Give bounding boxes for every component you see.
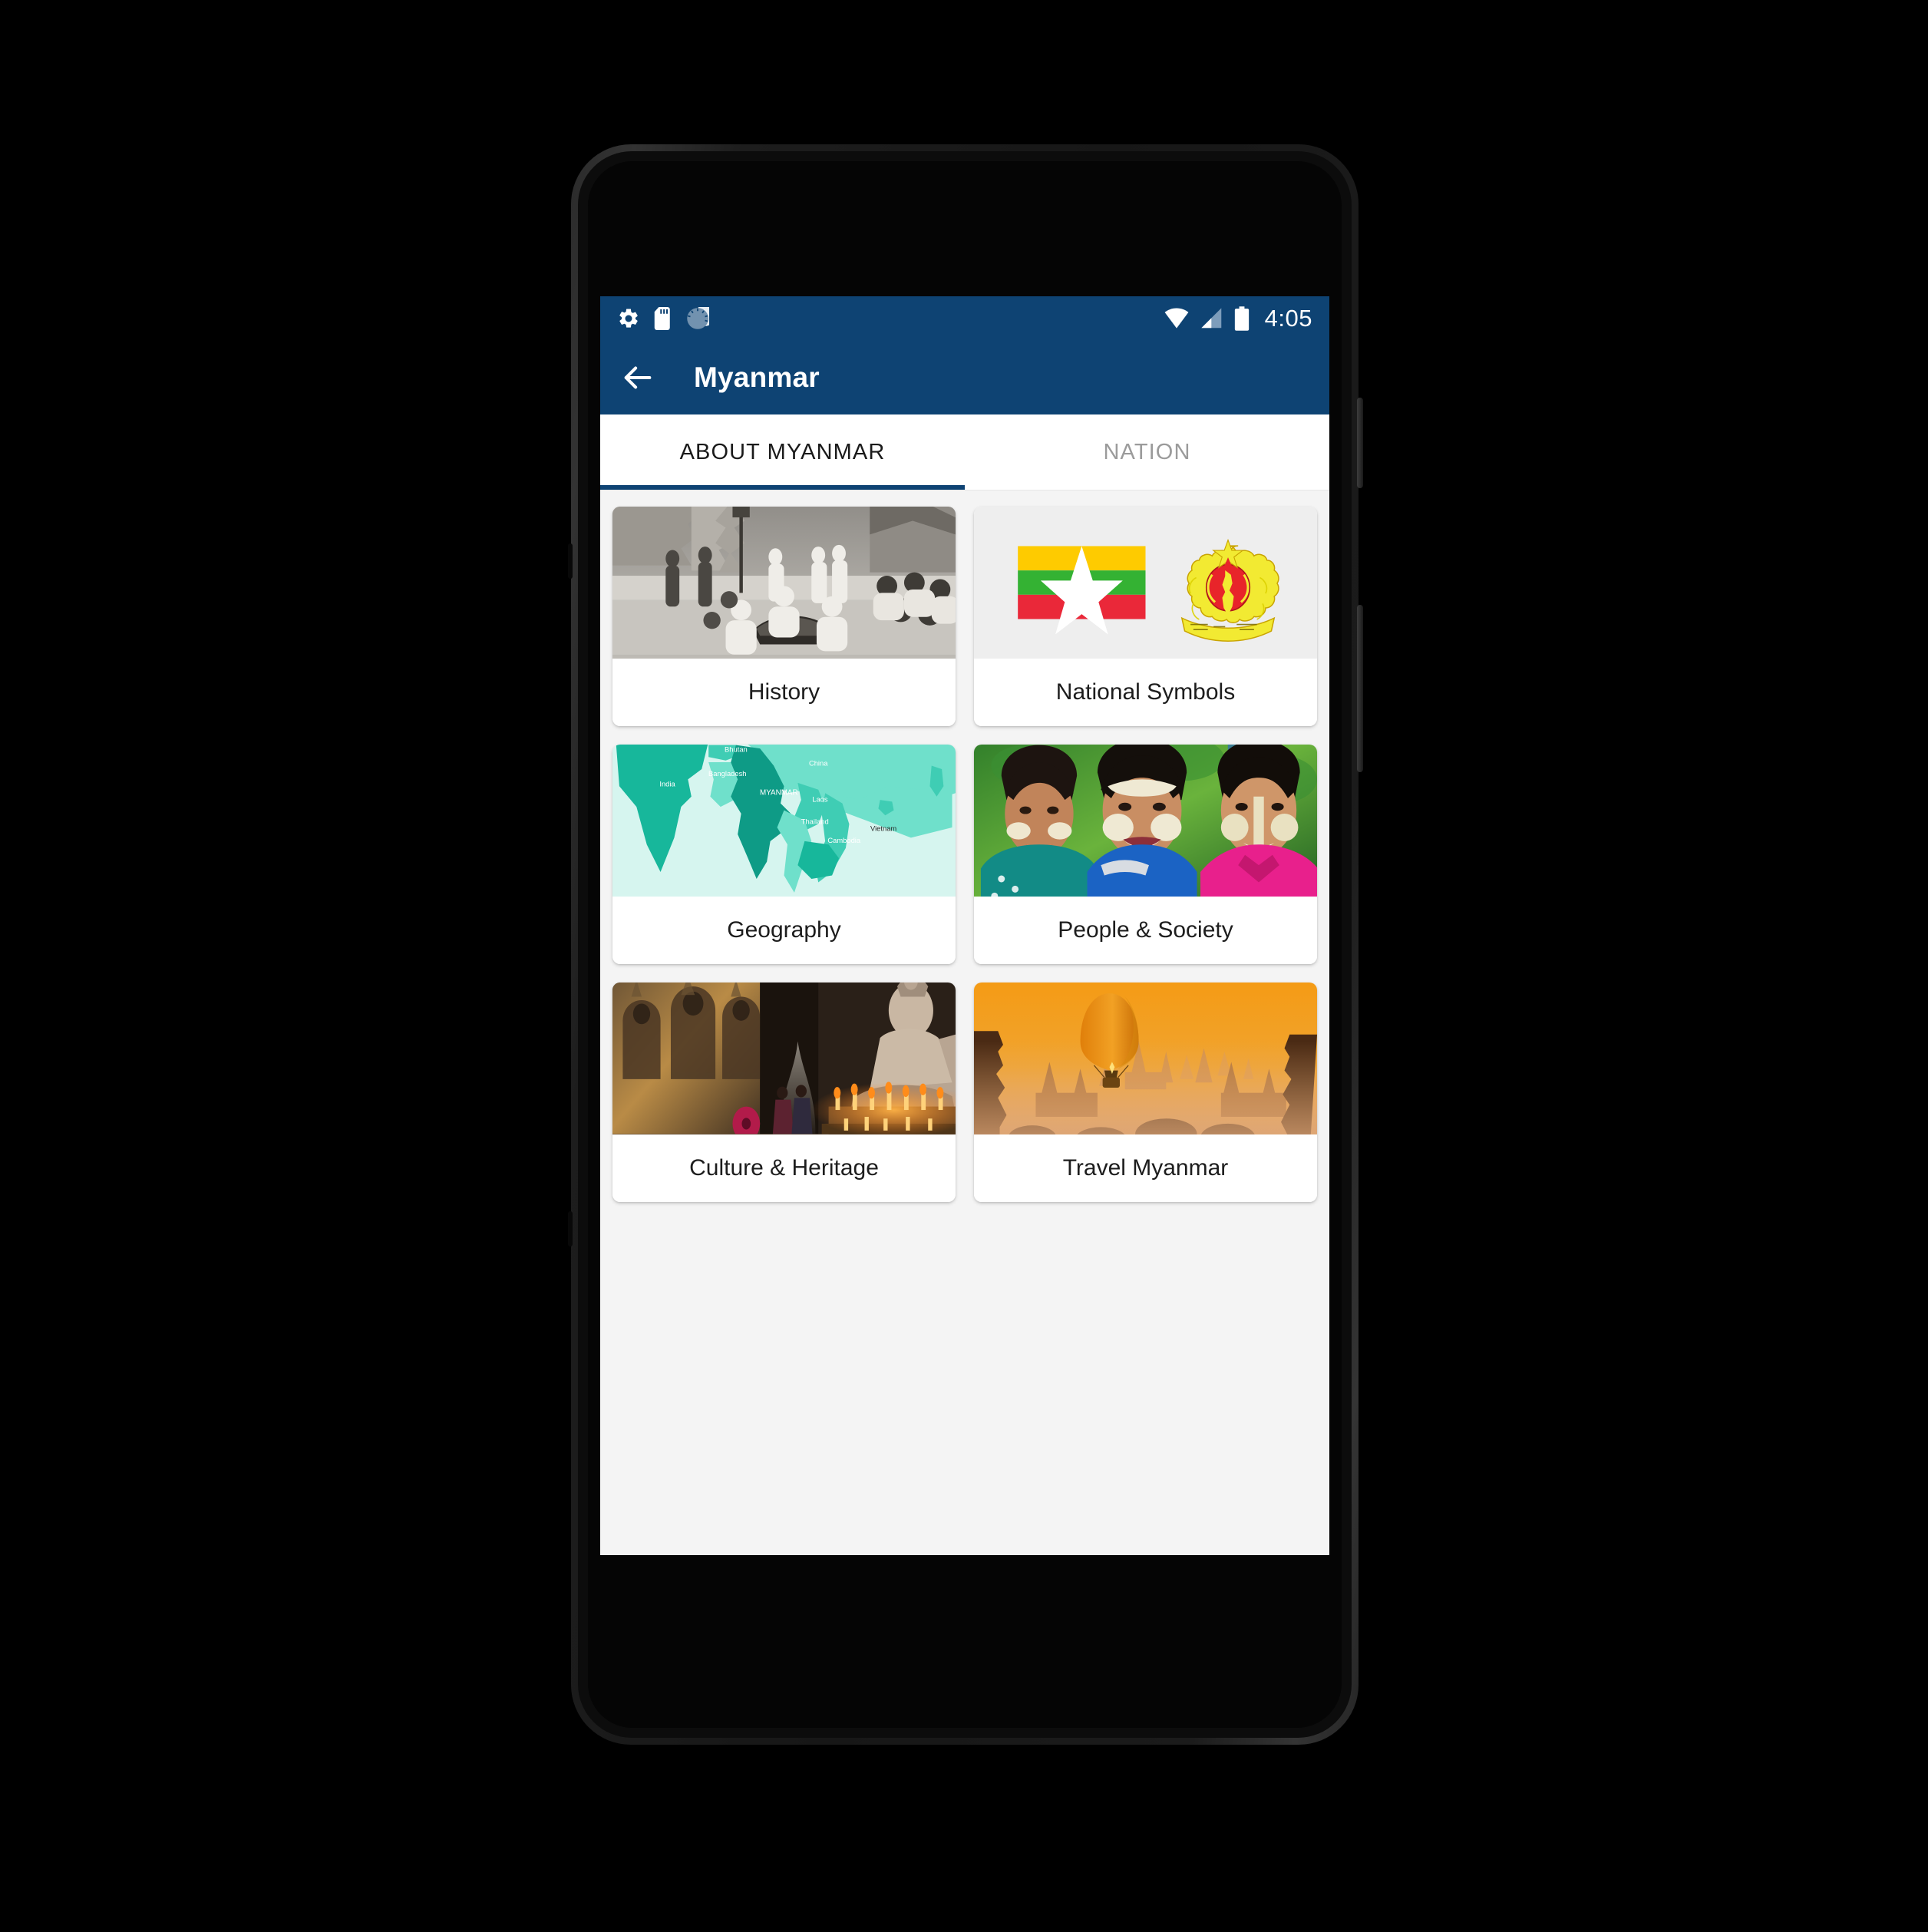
card-culture-heritage-thumbnail: [612, 983, 956, 1134]
battery-icon: [1234, 306, 1249, 331]
card-people-society-thumbnail: [974, 745, 1317, 897]
back-arrow-icon[interactable]: [620, 360, 655, 395]
svg-text:Laos: Laos: [812, 795, 828, 803]
tab-about-myanmar-label: ABOUT MYANMAR: [679, 439, 886, 464]
gear-icon: [619, 309, 638, 328]
tab-nation-label: NATION: [1103, 439, 1191, 464]
card-grid-scroll-area[interactable]: History National Symbols Bhutan China Ba…: [600, 490, 1329, 1555]
svg-text:Cambodia: Cambodia: [827, 837, 861, 844]
card-grid: History National Symbols Bhutan China Ba…: [612, 507, 1317, 1202]
app-bar: Myanmar: [600, 341, 1329, 414]
tab-active-indicator: [600, 485, 965, 490]
card-national-symbols[interactable]: National Symbols: [974, 507, 1317, 726]
card-culture-heritage[interactable]: Culture & Heritage: [612, 983, 956, 1202]
sync-spinner-icon: [687, 307, 709, 329]
power-button[interactable]: [1357, 398, 1363, 488]
card-history[interactable]: History: [612, 507, 956, 726]
svg-text:Bhutan: Bhutan: [725, 746, 748, 754]
card-culture-heritage-label: Culture & Heritage: [612, 1134, 956, 1202]
phone-screen: 4:05 Myanmar ABOUT MYANMAR NATION Histor…: [600, 296, 1329, 1555]
cellular-signal-icon: [1201, 308, 1221, 329]
volume-button[interactable]: [1357, 605, 1363, 772]
status-bar-left-icons: [617, 307, 709, 330]
card-national-symbols-label: National Symbols: [974, 659, 1317, 726]
card-travel-myanmar-thumbnail: [974, 983, 1317, 1134]
tab-about-myanmar[interactable]: ABOUT MYANMAR: [600, 414, 965, 490]
card-travel-myanmar-label: Travel Myanmar: [974, 1134, 1317, 1202]
card-geography-label: Geography: [612, 897, 956, 964]
card-national-symbols-thumbnail: [974, 507, 1317, 659]
myanmar-flag-and-seal-icon: [993, 507, 1298, 659]
wifi-icon: [1164, 308, 1189, 329]
people-thanaka-photo-icon: [974, 745, 1317, 897]
status-bar: 4:05: [600, 296, 1329, 341]
card-history-thumbnail: [612, 507, 956, 659]
tab-nation[interactable]: NATION: [965, 414, 1329, 490]
card-people-society-label: People & Society: [974, 897, 1317, 964]
southeast-asia-map-icon: Bhutan China Bangladesh India MYANMAR La…: [612, 745, 956, 897]
svg-text:Thailand: Thailand: [801, 817, 829, 825]
svg-text:MYANMAR: MYANMAR: [760, 788, 798, 797]
svg-text:India: India: [659, 780, 675, 788]
status-bar-right-icons: 4:05: [1164, 305, 1312, 332]
antenna-band-bottom: [568, 1211, 573, 1247]
status-bar-clock: 4:05: [1264, 305, 1312, 332]
tab-bar: ABOUT MYANMAR NATION: [600, 414, 1329, 490]
svg-text:Vietnam: Vietnam: [870, 824, 896, 832]
bagan-balloon-sunrise-icon: [974, 983, 1317, 1134]
card-history-label: History: [612, 659, 956, 726]
antenna-band-top: [568, 543, 573, 579]
history-photo-icon: [612, 507, 956, 659]
card-people-society[interactable]: People & Society: [974, 745, 1317, 964]
svg-text:China: China: [809, 759, 828, 767]
sd-card-icon: [654, 307, 670, 330]
page-title: Myanmar: [694, 362, 820, 393]
card-geography-thumbnail: Bhutan China Bangladesh India MYANMAR La…: [612, 745, 956, 897]
card-travel-myanmar[interactable]: Travel Myanmar: [974, 983, 1317, 1202]
screenshot-stage: 4:05 Myanmar ABOUT MYANMAR NATION Histor…: [0, 0, 1928, 1932]
svg-text:Bangladesh: Bangladesh: [708, 770, 747, 778]
card-geography[interactable]: Bhutan China Bangladesh India MYANMAR La…: [612, 745, 956, 964]
temple-buddha-candles-icon: [612, 983, 956, 1134]
phone-device-frame: 4:05 Myanmar ABOUT MYANMAR NATION Histor…: [568, 144, 1363, 1745]
